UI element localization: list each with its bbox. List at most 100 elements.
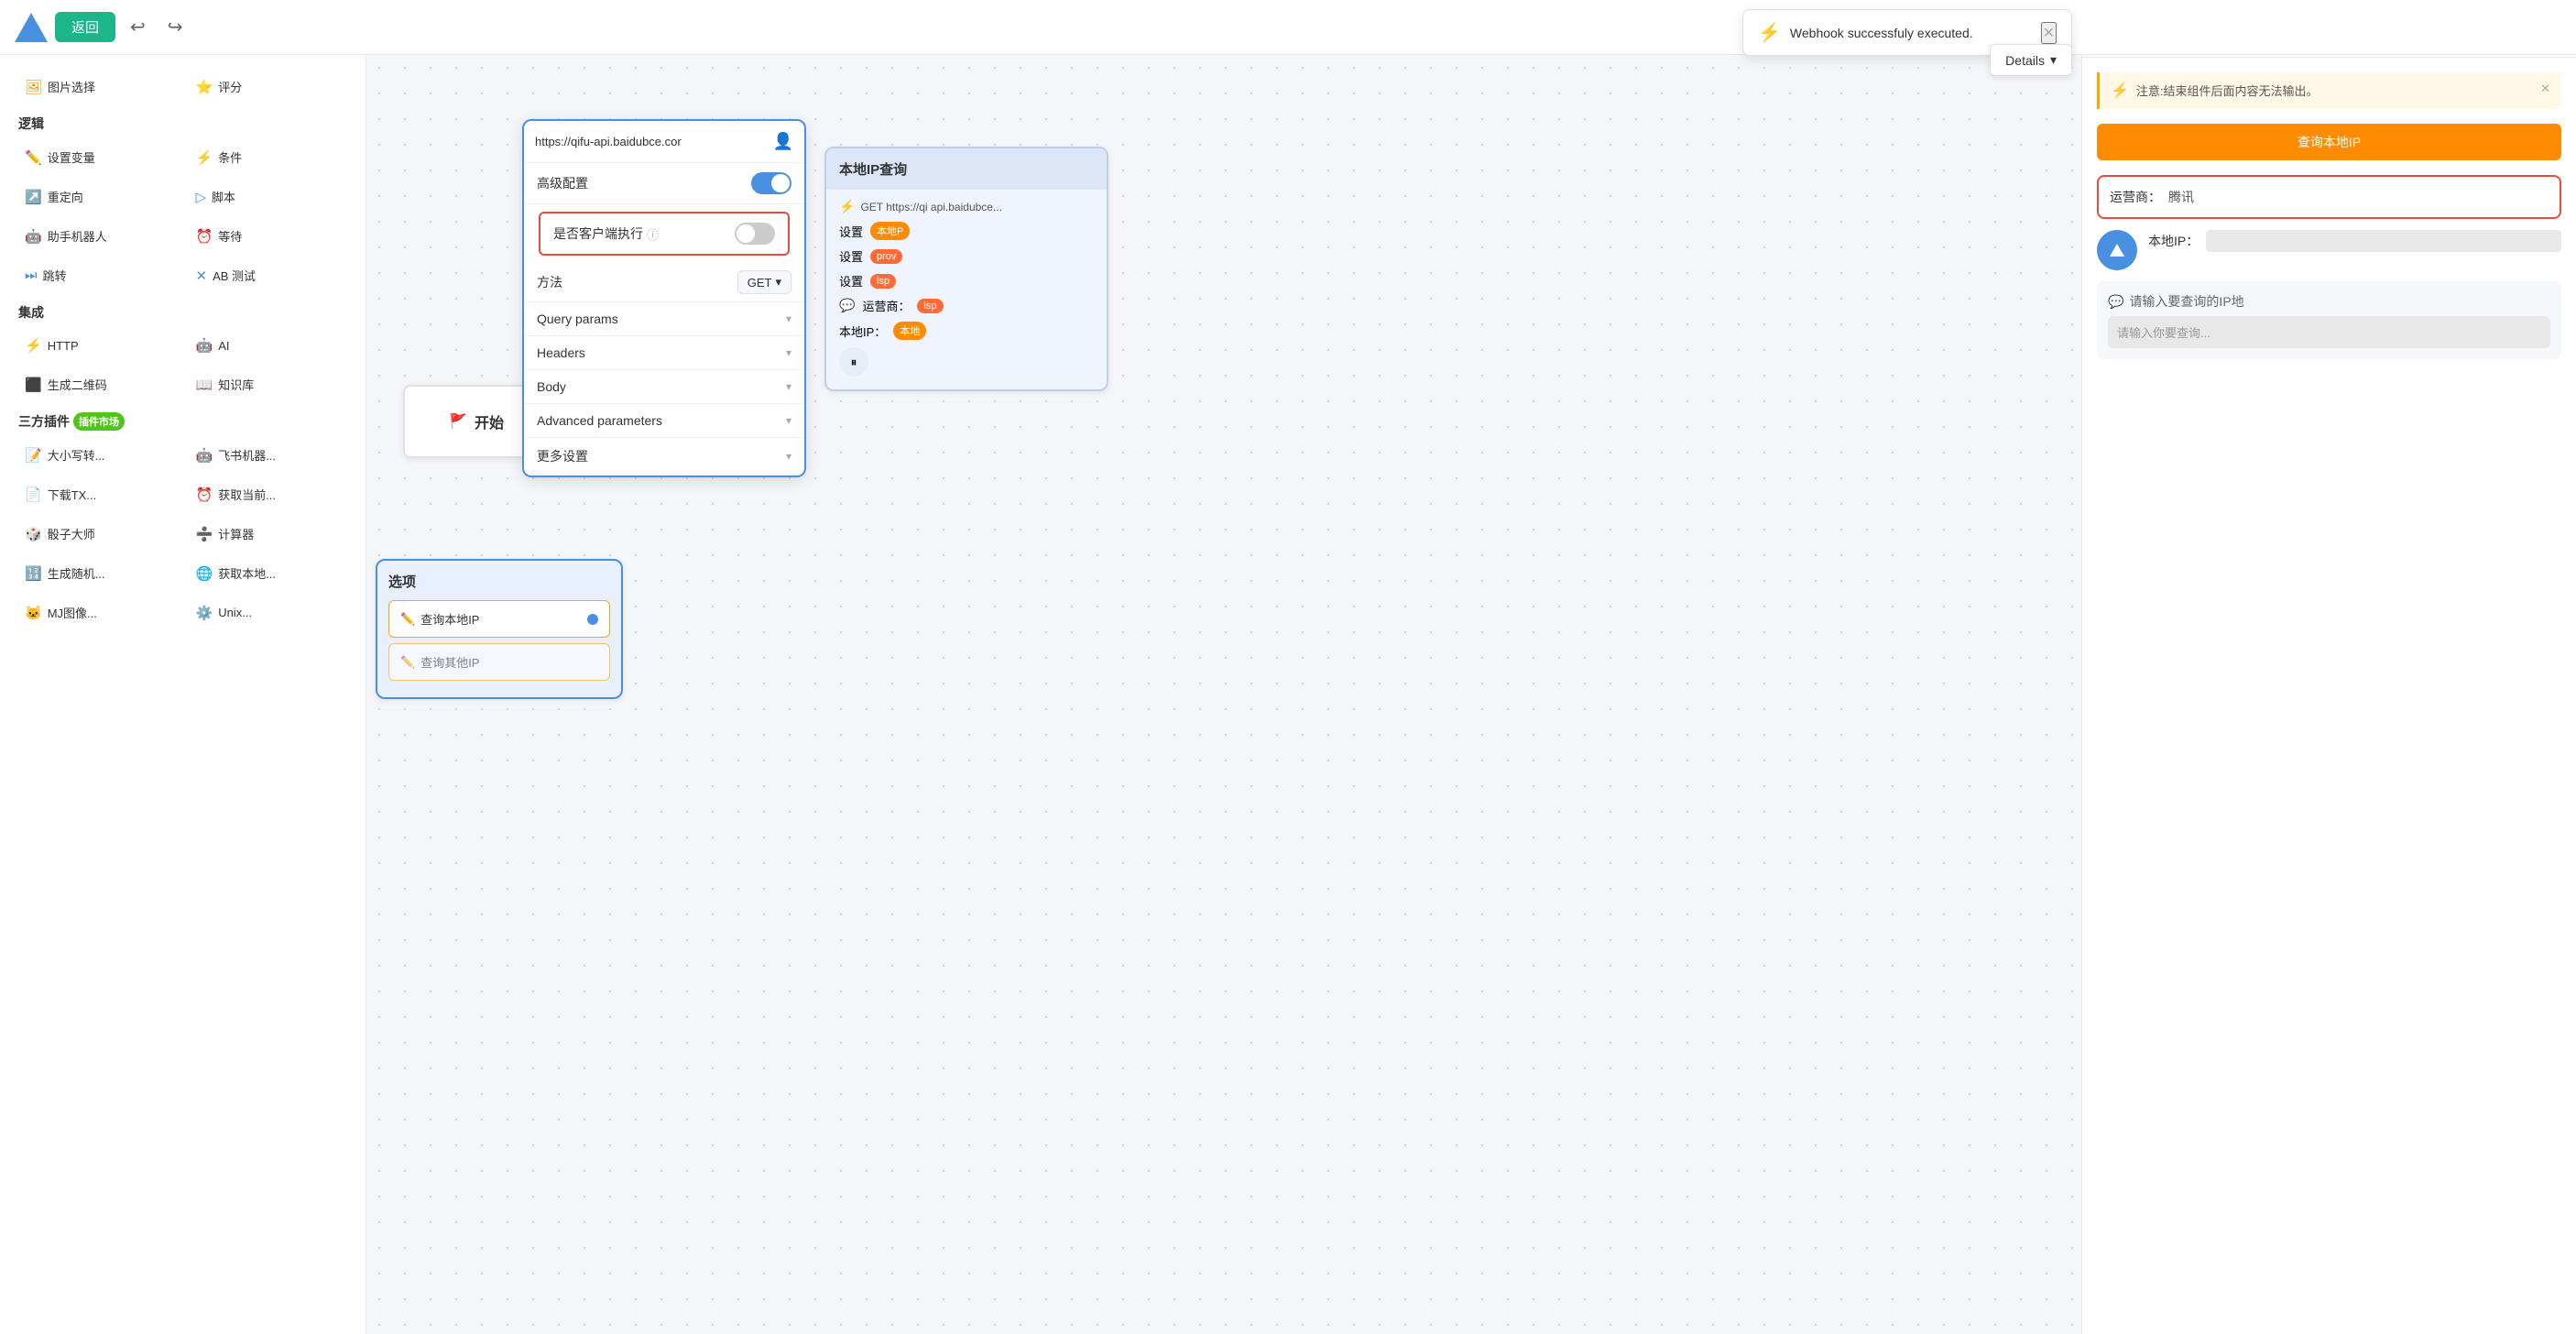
sidebar-item-qrcode[interactable]: ⬛ 生成二维码 bbox=[15, 367, 180, 401]
sidebar-item-redirect[interactable]: ↗️ 重定向 bbox=[15, 180, 180, 213]
sidebar-item-label: 生成二维码 bbox=[48, 376, 107, 393]
sidebar-item-get-current[interactable]: ⏰ 获取当前... bbox=[186, 477, 352, 511]
more-settings-chevron: ▾ bbox=[786, 450, 791, 463]
sidebar-item-abtest[interactable]: ✕ AB 测试 bbox=[186, 258, 352, 292]
method-value: GET bbox=[748, 276, 772, 290]
badge-localip: 本地P bbox=[870, 222, 910, 240]
localip-badge: 本地 bbox=[893, 322, 926, 340]
sidebar-integration-items: ⚡ HTTP 🤖 AI ⬛ 生成二维码 📖 知识库 bbox=[15, 329, 351, 401]
random-icon: 🔢 bbox=[25, 565, 42, 582]
ip-set-prov-row: 设置 prov bbox=[839, 247, 1094, 265]
set-var-icon: ✏️ bbox=[25, 149, 42, 166]
get-current-icon: ⏰ bbox=[196, 487, 213, 503]
query-params-row[interactable]: Query params ▾ bbox=[524, 302, 804, 336]
sidebar-item-label: 计算器 bbox=[218, 525, 254, 542]
plugins-market-badge[interactable]: 插件市场 bbox=[73, 412, 125, 431]
headers-chevron: ▾ bbox=[786, 346, 791, 359]
sidebar-item-label: 下载TX... bbox=[48, 486, 96, 503]
undo-button[interactable]: ↩ bbox=[123, 12, 153, 42]
sidebar-item-script[interactable]: ▷ 脚本 bbox=[186, 180, 352, 213]
sidebar-item-ai[interactable]: 🤖 AI bbox=[186, 329, 352, 362]
body-label: Body bbox=[537, 379, 566, 394]
notice-box: ⚡ 注意:结束组件后面内容无法输出。 ✕ bbox=[2097, 72, 2561, 109]
condition-icon: ⚡ bbox=[196, 149, 213, 166]
sidebar-item-label: AI bbox=[218, 339, 229, 353]
sidebar-item-jump[interactable]: ⏭ 跳转 bbox=[15, 258, 180, 292]
ip-input-placeholder[interactable]: 请输入你要查询... bbox=[2108, 316, 2550, 348]
sidebar-item-label: AB 测试 bbox=[213, 267, 256, 284]
app-logo bbox=[15, 13, 48, 42]
method-select[interactable]: GET ▾ bbox=[737, 270, 791, 294]
return-button[interactable]: 返回 bbox=[55, 12, 115, 42]
sidebar-item-knowledge[interactable]: 📖 知识库 bbox=[186, 367, 352, 401]
sidebar-item-label: 获取本地... bbox=[218, 564, 276, 582]
result-operator-value: 腾讯 bbox=[2168, 188, 2194, 206]
calculator-icon: ➗ bbox=[196, 526, 213, 542]
redirect-icon: ↗️ bbox=[25, 189, 42, 205]
comment-icon: 💬 bbox=[839, 298, 855, 313]
get-local-icon: 🌐 bbox=[196, 565, 213, 582]
sidebar-item-wait[interactable]: ⏰ 等待 bbox=[186, 219, 352, 253]
option-item-1[interactable]: ✏️ 查询其他IP bbox=[388, 643, 610, 681]
sidebar-item-label: 评分 bbox=[218, 78, 242, 95]
mj-icon: 🐱 bbox=[25, 605, 42, 621]
knowledge-icon: 📖 bbox=[196, 377, 213, 393]
query-params-label: Query params bbox=[537, 312, 618, 326]
option-item-0[interactable]: ✏️ 查询本地IP bbox=[388, 600, 610, 638]
sidebar-item-rating[interactable]: ⭐ 评分 bbox=[186, 70, 352, 104]
advanced-config-toggle[interactable] bbox=[751, 172, 791, 194]
sidebar-item-uppercase[interactable]: 📝 大小写转... bbox=[15, 438, 180, 472]
sidebar-item-label: MJ图像... bbox=[48, 604, 97, 621]
abtest-icon: ✕ bbox=[196, 268, 208, 284]
sidebar-item-image-select[interactable]: 🖼 图片选择 bbox=[15, 70, 180, 104]
query-local-ip-button[interactable]: 查询本地IP bbox=[2097, 124, 2561, 160]
sidebar-item-assistant[interactable]: 🤖 助手机器人 bbox=[15, 219, 180, 253]
sidebar-logic-items: ✏️ 设置变量 ⚡ 条件 ↗️ 重定向 ▷ 脚本 🤖 助手机器人 ⏰ 等待 ⏭ … bbox=[15, 140, 351, 292]
advanced-params-row[interactable]: Advanced parameters ▾ bbox=[524, 404, 804, 438]
pause-button[interactable]: ⏸ bbox=[839, 347, 868, 377]
details-dropdown[interactable]: Details ▾ bbox=[1990, 44, 2072, 76]
sidebar-top-items: 🖼 图片选择 ⭐ 评分 bbox=[15, 70, 351, 104]
section-plugins-title: 三方插件 插件市场 bbox=[15, 412, 351, 431]
sidebar-item-condition[interactable]: ⚡ 条件 bbox=[186, 140, 352, 174]
start-node-icon: 🚩 bbox=[449, 412, 467, 431]
ip-operator-row: 💬 运营商： lsp bbox=[839, 297, 1094, 314]
sidebar-item-random[interactable]: 🔢 生成随机... bbox=[15, 556, 180, 590]
headers-row[interactable]: Headers ▾ bbox=[524, 336, 804, 370]
url-text[interactable]: https://qifu-api.baidubce.cor bbox=[535, 135, 766, 148]
sidebar-item-unix[interactable]: ⚙️ Unix... bbox=[186, 596, 352, 629]
body-row[interactable]: Body ▾ bbox=[524, 370, 804, 404]
start-node-label: 开始 bbox=[475, 410, 504, 432]
sidebar-item-download[interactable]: 📄 下载TX... bbox=[15, 477, 180, 511]
user-icon[interactable]: 👤 bbox=[773, 132, 793, 151]
sidebar-item-get-local[interactable]: 🌐 获取本地... bbox=[186, 556, 352, 590]
notice-icon: ⚡ bbox=[2111, 82, 2129, 100]
sidebar-item-dice[interactable]: 🎲 骰子大师 bbox=[15, 517, 180, 551]
lightning-icon: ⚡ bbox=[839, 199, 855, 214]
more-settings-row[interactable]: 更多设置 ▾ bbox=[524, 438, 804, 476]
sidebar-item-http[interactable]: ⚡ HTTP bbox=[15, 329, 180, 362]
redo-button[interactable]: ↪ bbox=[160, 12, 191, 42]
ip-input-section: 💬 请输入要查询的IP地 请输入你要查询... bbox=[2097, 281, 2561, 359]
client-exec-toggle[interactable] bbox=[735, 223, 775, 245]
option-node-title: 选项 bbox=[388, 572, 610, 591]
notice-close-icon[interactable]: ✕ bbox=[2540, 82, 2550, 96]
sidebar-item-calculator[interactable]: ➗ 计算器 bbox=[186, 517, 352, 551]
client-exec-label: 是否客户端执行 ⓘ bbox=[553, 224, 659, 243]
webhook-close-button[interactable]: ✕ bbox=[2041, 22, 2057, 44]
result-localip-field bbox=[2206, 230, 2561, 252]
sidebar-item-mj[interactable]: 🐱 MJ图像... bbox=[15, 596, 180, 629]
operator-label: 运营商： bbox=[862, 297, 910, 314]
sidebar-item-feishu[interactable]: 🤖 飞书机器... bbox=[186, 438, 352, 472]
result-operator-label: 运营商： bbox=[2110, 188, 2161, 206]
option-node: 选项 ✏️ 查询本地IP ✏️ 查询其他IP bbox=[376, 559, 623, 699]
section-logic-title: 逻辑 bbox=[15, 115, 351, 133]
sidebar-item-set-var[interactable]: ✏️ 设置变量 bbox=[15, 140, 180, 174]
ai-icon: 🤖 bbox=[196, 337, 213, 354]
sidebar-item-label: 跳转 bbox=[43, 267, 67, 284]
headers-label: Headers bbox=[537, 345, 585, 360]
sidebar-item-label: 图片选择 bbox=[48, 78, 95, 95]
unix-icon: ⚙️ bbox=[196, 605, 213, 621]
sidebar-item-label: 生成随机... bbox=[48, 564, 105, 582]
dice-icon: 🎲 bbox=[25, 526, 42, 542]
